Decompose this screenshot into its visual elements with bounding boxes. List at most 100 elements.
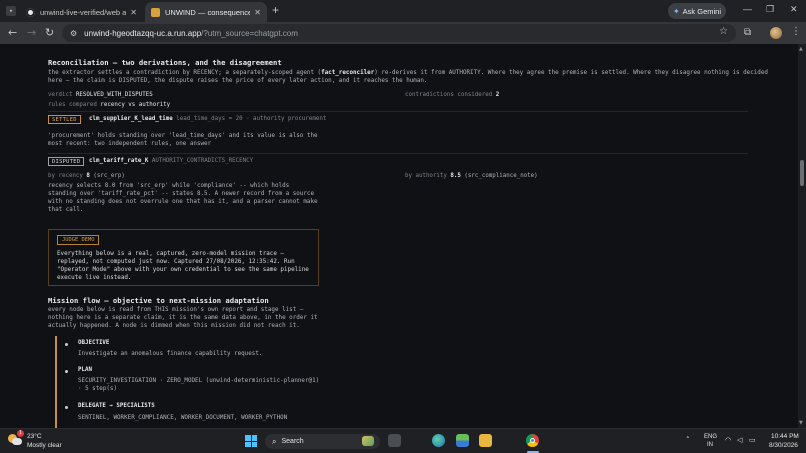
intro-text-b: ) re-derives it from AUTHORITY. Where th… — [374, 70, 768, 76]
flow-node-dot — [65, 370, 68, 373]
language-bottom[interactable]: IN — [707, 442, 713, 448]
contradictions-value: 2 — [495, 92, 500, 98]
by-recency-value: 8 — [86, 173, 90, 179]
wifi-icon[interactable]: ◠ — [725, 436, 731, 444]
tab-unwind[interactable]: UNWIND — consequence clear... ✕ — [145, 2, 267, 22]
contradictions-row: contradictions considered 2 — [405, 92, 499, 98]
close-tab-icon[interactable]: ✕ — [254, 8, 261, 17]
unwind-favicon-icon — [151, 7, 160, 17]
settled-claim-row: clm_supplier_K_lead_time lead_time_days … — [89, 116, 326, 122]
by-recency-row: by recency 8 (src_erp) — [48, 173, 125, 179]
search-icon: ⌕ — [272, 436, 277, 446]
settled-claim-id: clm_supplier_K_lead_time — [89, 116, 173, 122]
restore-icon[interactable]: ❐ — [766, 4, 774, 15]
store-icon[interactable] — [456, 434, 469, 447]
address-bar[interactable]: ⚙ unwind-hgeodtazqq-uc.a.run.app/?utm_so… — [62, 24, 736, 42]
by-authority-label: by authority — [405, 173, 447, 179]
settled-claim-detail: lead_time_days = 20 · authority procurem… — [176, 116, 327, 122]
volume-icon[interactable]: ◁ — [737, 436, 742, 444]
close-tab-icon[interactable]: ✕ — [130, 8, 137, 17]
tab-strip: ▾ unwind-live-verified/web at m... ✕ UNW… — [0, 0, 806, 22]
disputed-claim-row: clm_tariff_rate_K AUTHORITY_CONTRADICTS_… — [89, 158, 253, 164]
tab-title: UNWIND — consequence clear... — [165, 7, 251, 17]
reconciliation-intro-2: here — the claim is DISPUTED, the disput… — [48, 78, 428, 84]
by-authority-source: (src_compliance_note) — [464, 173, 538, 179]
judge-demo-line-2: replayed, not computed just now. Capture… — [57, 259, 295, 265]
menu-kebab-icon[interactable]: ⋮ — [791, 26, 801, 37]
scroll-up-icon[interactable]: ▲ — [799, 46, 803, 52]
weather-temperature[interactable]: 23°C — [27, 433, 42, 440]
extensions-icon[interactable]: ⧉ — [744, 27, 751, 38]
judge-demo-line-1: Everything below is a real, captured, ze… — [57, 251, 284, 257]
windows-taskbar: 1 23°C Mostly clear ⌕ Search ˄ ENG IN ◠ … — [0, 428, 806, 453]
by-recency-label: by recency — [48, 173, 83, 179]
ask-gemini-label: Ask Gemini — [682, 6, 722, 16]
clock-date[interactable]: 8/30/2026 — [769, 442, 798, 449]
weather-condition[interactable]: Mostly clear — [27, 442, 62, 449]
github-icon — [26, 7, 35, 17]
browser-toolbar: ← → ↻ ⚙ unwind-hgeodtazqq-uc.a.run.app/?… — [0, 22, 806, 44]
task-view-icon[interactable] — [388, 434, 401, 447]
show-hidden-icons-icon[interactable]: ˄ — [686, 436, 690, 444]
battery-icon[interactable]: ▭ — [749, 436, 756, 444]
contradictions-label: contradictions considered — [405, 92, 493, 98]
verdict-label: verdict — [48, 92, 73, 98]
start-menu-icon[interactable] — [245, 435, 257, 447]
ask-gemini-button[interactable]: ✦ Ask Gemini — [668, 3, 726, 19]
rules-value: recency vs authority — [100, 102, 171, 108]
minimize-icon[interactable]: — — [743, 4, 752, 14]
tab-search-button[interactable]: ▾ — [6, 6, 16, 16]
scrollbar[interactable] — [798, 44, 806, 428]
mission-flow-intro-3: actually happened. A node is dimmed when… — [48, 323, 300, 329]
flow-node-body: SECURITY_INVESTIGATION · ZERO_MODEL (unw… — [78, 378, 320, 384]
disputed-claim-id: clm_tariff_rate_K — [89, 158, 149, 164]
intro-text-a: the extractor settles a contradiction by… — [48, 70, 322, 76]
rules-label: rules compared — [48, 102, 97, 108]
taskbar-search[interactable]: ⌕ Search — [265, 434, 380, 449]
cloud-icon — [12, 438, 22, 445]
forward-icon[interactable]: → — [27, 26, 36, 40]
flow-node-dot — [65, 343, 68, 346]
mission-flow-timeline — [55, 336, 57, 428]
rules-row: rules compared recency vs authority — [48, 102, 170, 108]
page-content: Reconciliation — two derivations, and th… — [0, 44, 798, 428]
disputed-note-1: recency selects 8.0 from 'src_erp' while… — [48, 183, 290, 189]
search-highlight-icon — [362, 436, 374, 446]
tab-github[interactable]: unwind-live-verified/web at m... ✕ — [20, 2, 143, 22]
mission-flow-intro-2: nothing here is a separate claim, it is … — [48, 315, 318, 321]
profile-avatar[interactable] — [770, 27, 782, 39]
flow-node-title: OBJECTIVE — [78, 340, 110, 346]
language-top[interactable]: ENG — [704, 434, 717, 440]
by-authority-row: by authority 8.5 (src_compliance_note) — [405, 173, 538, 179]
verdict-value: RESOLVED_WITH_DISPUTES — [75, 92, 153, 98]
divider — [48, 153, 748, 154]
judge-demo-line-3: "Operator Mode" above with your own cred… — [57, 267, 309, 273]
scroll-down-icon[interactable]: ▼ — [799, 420, 803, 426]
bookmark-star-icon[interactable]: ☆ — [719, 26, 728, 37]
new-tab-button[interactable]: + — [272, 3, 279, 17]
flow-node-dot — [65, 406, 68, 409]
by-recency-source: (src_erp) — [93, 173, 125, 179]
edge-icon[interactable] — [432, 434, 445, 447]
clock-time[interactable]: 10:44 PM — [771, 433, 799, 440]
flow-node-body-2: · 5 step(s) — [78, 386, 118, 392]
back-icon[interactable]: ← — [8, 26, 17, 40]
judge-demo-line-4: execute live instead. — [57, 275, 132, 281]
settled-note-2: most recent: two independent rules, one … — [48, 141, 212, 147]
site-info-icon[interactable]: ⚙ — [70, 29, 77, 38]
flow-node-title: DELEGATE → SPECIALISTS — [78, 403, 155, 409]
scrollbar-thumb[interactable] — [800, 160, 804, 186]
file-explorer-icon[interactable] — [479, 434, 492, 447]
url-text: unwind-hgeodtazqq-uc.a.run.app/?utm_sour… — [84, 29, 298, 38]
by-authority-value: 8.5 — [450, 173, 461, 179]
chrome-icon-center — [530, 438, 535, 443]
mission-flow-heading: Mission flow — objective to next-mission… — [48, 296, 269, 305]
settled-badge: SETTLED — [48, 115, 81, 124]
divider — [48, 111, 748, 112]
reload-icon[interactable]: ↻ — [45, 26, 54, 40]
judge-demo-tag: JUDGE DEMO — [57, 235, 100, 245]
disputed-claim-detail: AUTHORITY_CONTRADICTS_RECENCY — [151, 158, 254, 164]
mission-flow-intro-1: every node below is read from THIS missi… — [48, 307, 304, 313]
close-window-icon[interactable]: ✕ — [790, 4, 798, 15]
reconciliation-intro-1: the extractor settles a contradiction by… — [48, 69, 768, 77]
